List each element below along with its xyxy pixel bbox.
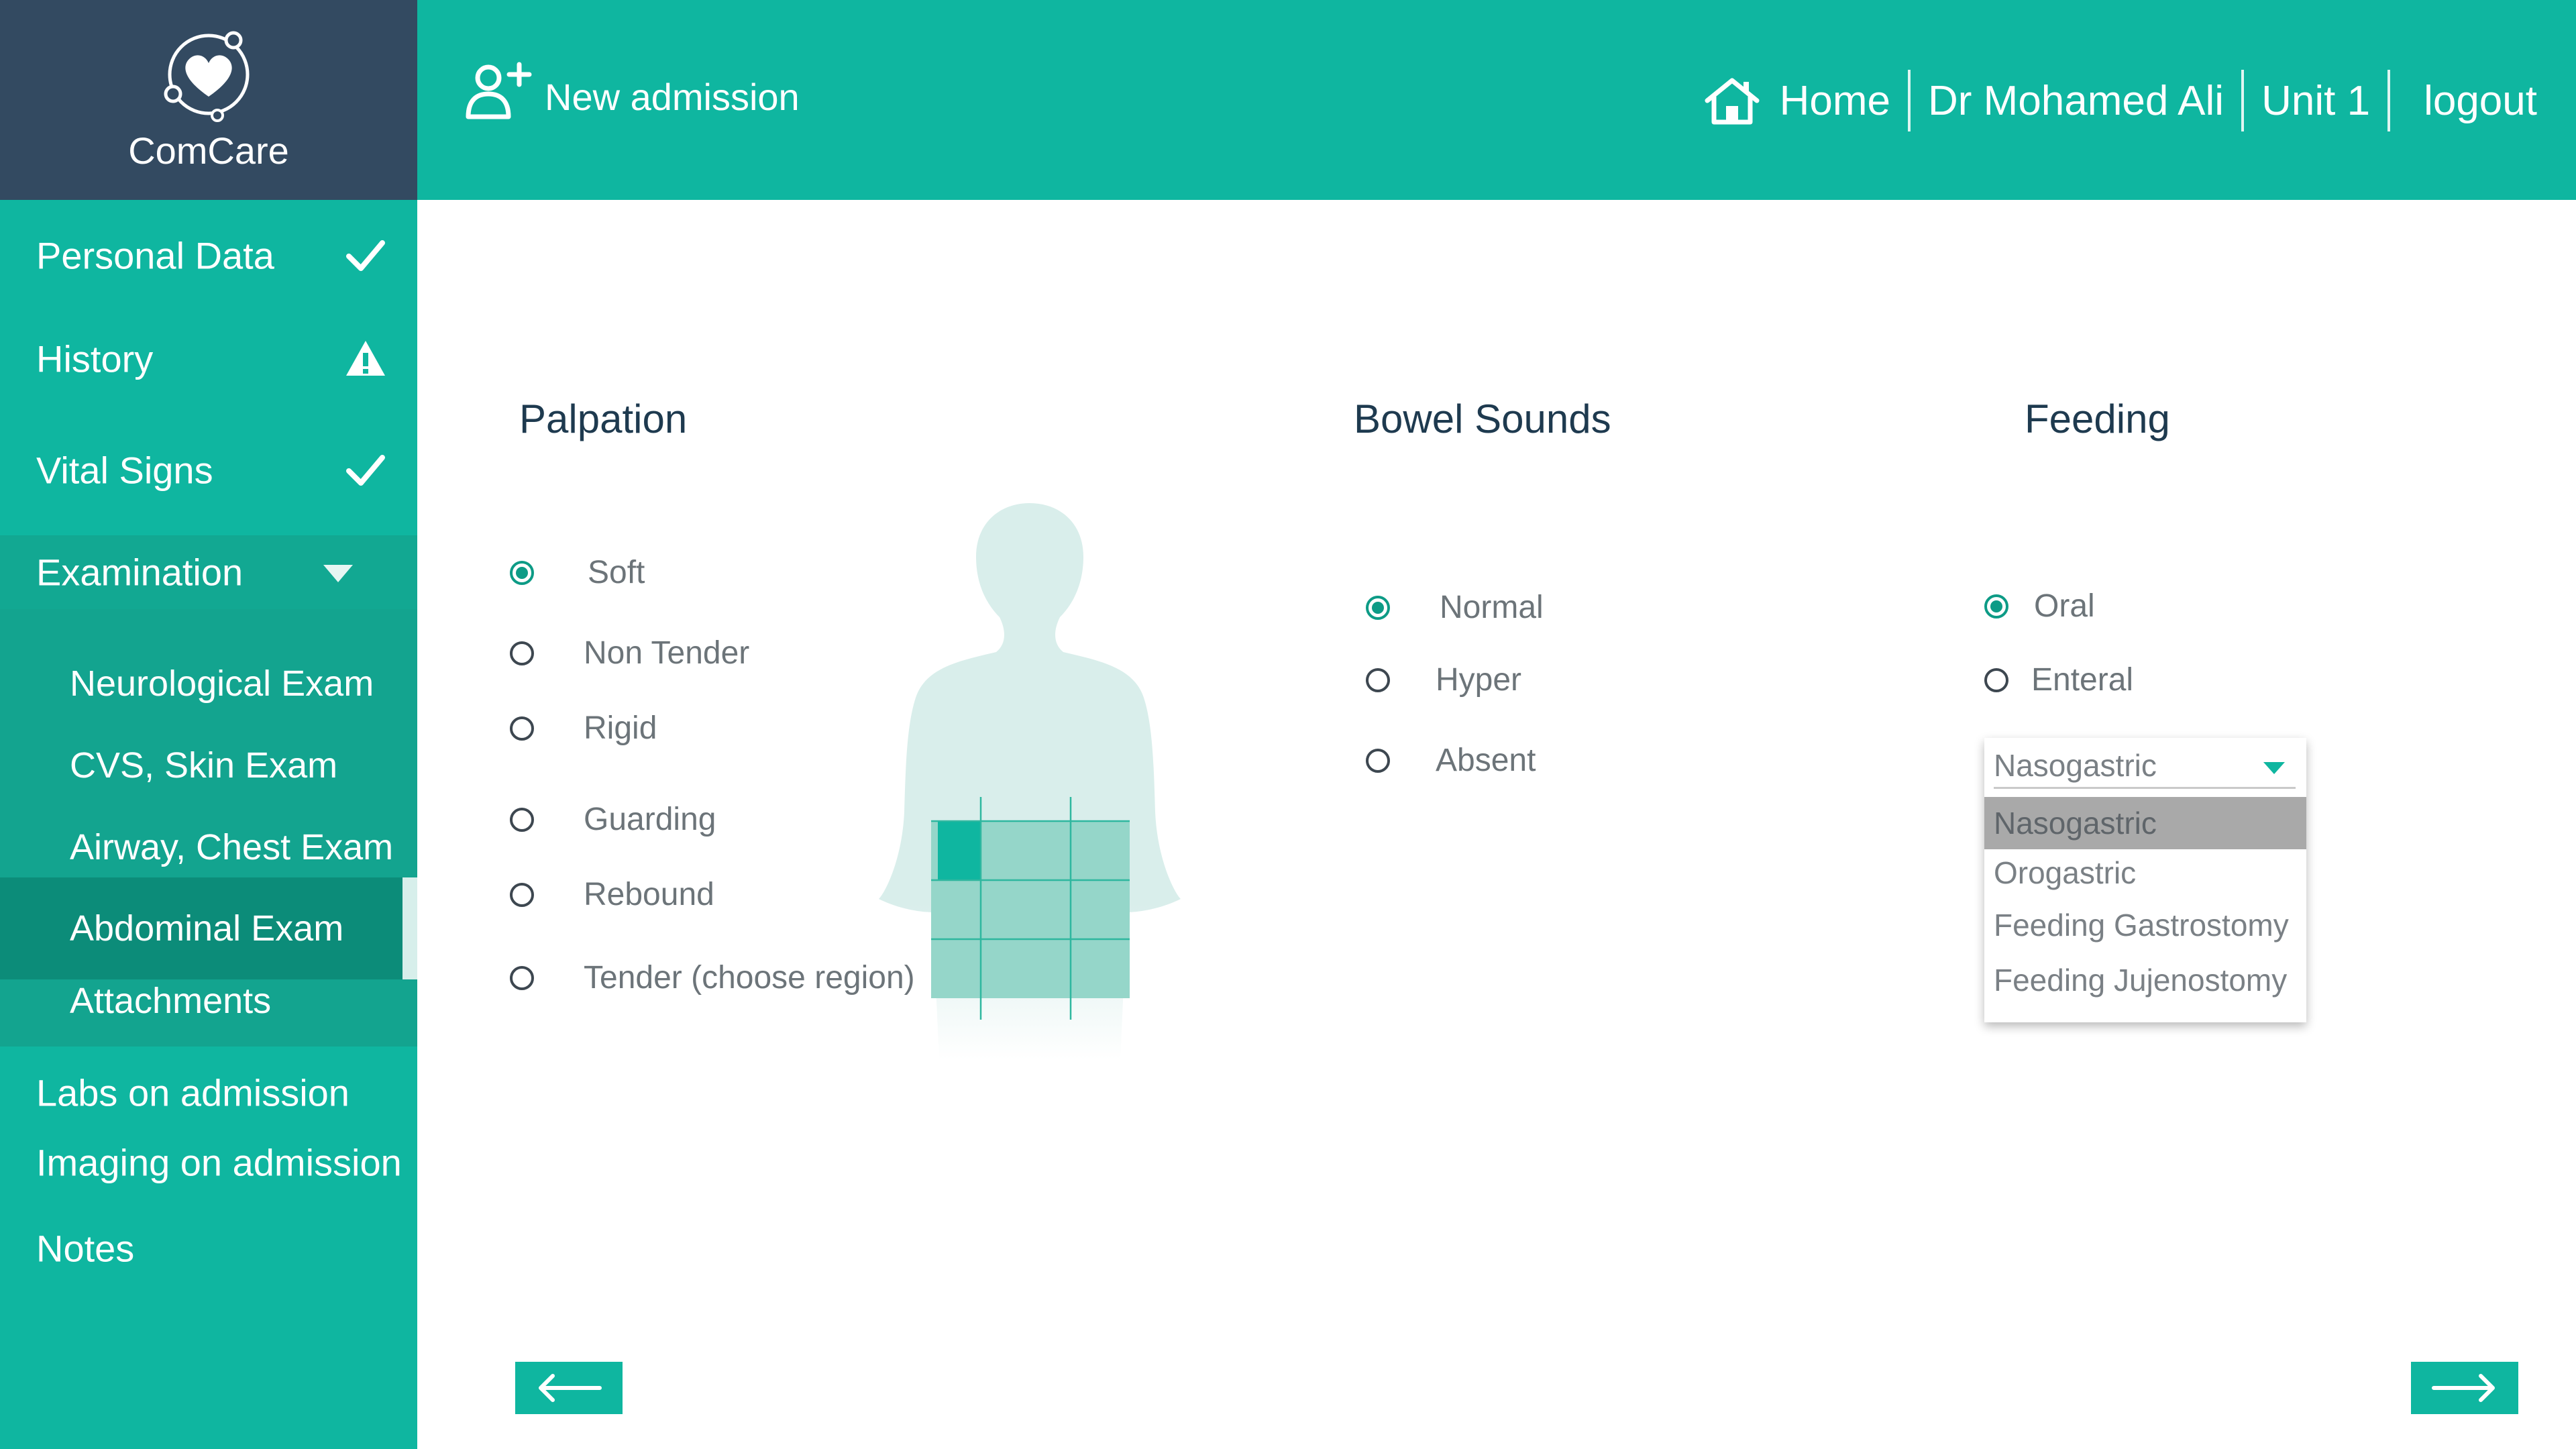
dropdown-option-orogastric[interactable]: Orogastric: [1984, 847, 2306, 899]
arrow-right-icon: [2432, 1374, 2495, 1402]
divider: [1908, 70, 1911, 131]
radio-button[interactable]: [510, 965, 534, 990]
chevron-down-icon: [323, 565, 353, 582]
sidebar-item-label: Attachments: [70, 981, 272, 1021]
header-nav: Home Dr Mohamed Ali Unit 1 logout: [1703, 67, 2537, 134]
arrow-left-icon: [539, 1374, 602, 1402]
home-link[interactable]: Home: [1780, 77, 1890, 125]
radio-label: Absent: [1436, 743, 1536, 778]
dropdown-selected[interactable]: Nasogastric: [1994, 742, 2296, 789]
sidebar-item-label: Examination: [36, 551, 244, 594]
abdomen-region-selector[interactable]: [865, 496, 1187, 1060]
sidebar-item-history[interactable]: History: [0, 309, 417, 409]
sidebar: ComCare Personal Data History Vital Sign…: [0, 0, 417, 1449]
radio-button[interactable]: [510, 807, 534, 832]
radio-button[interactable]: [1366, 595, 1390, 620]
palpation-title: Palpation: [519, 396, 688, 441]
radio-label: Rebound: [584, 877, 714, 912]
check-icon: [346, 240, 385, 271]
radio-label: Rigid: [584, 710, 657, 746]
logo-area: ComCare: [0, 0, 417, 200]
doctor-name[interactable]: Dr Mohamed Ali: [1928, 77, 2224, 125]
abdomen-grid: [931, 797, 1130, 1020]
region-right-upper[interactable]: [938, 821, 981, 880]
feeding-title: Feeding: [2025, 396, 2170, 441]
bowel-sounds-title: Bowel Sounds: [1354, 396, 1611, 441]
home-icon[interactable]: [1703, 75, 1761, 126]
sidebar-item-label: Abdominal Exam: [70, 908, 344, 949]
logout-link[interactable]: logout: [2424, 77, 2537, 125]
dropdown-value: Nasogastric: [1994, 748, 2157, 783]
palpation-option-non-tender[interactable]: Non Tender: [510, 635, 749, 672]
radio-button[interactable]: [1366, 748, 1390, 773]
palpation-option-guarding[interactable]: Guarding: [510, 801, 716, 838]
sidebar-item-labs-on-admission[interactable]: Labs on admission: [0, 1056, 417, 1130]
sidebar-subitem-airway-chest-exam[interactable]: Airway, Chest Exam: [0, 808, 417, 887]
sidebar-item-examination[interactable]: Examination: [0, 535, 417, 609]
sidebar-item-label: CVS, Skin Exam: [70, 745, 338, 786]
radio-label: Hyper: [1436, 662, 1522, 698]
bowel-option-normal[interactable]: Normal: [1366, 589, 1544, 626]
divider: [2241, 70, 2245, 131]
radio-button[interactable]: [510, 560, 534, 585]
radio-button[interactable]: [510, 882, 534, 907]
radio-label: Enteral: [2031, 662, 2134, 698]
palpation-option-rebound[interactable]: Rebound: [510, 876, 714, 913]
radio-label: Non Tender: [584, 635, 750, 671]
palpation-option-soft[interactable]: Soft: [510, 554, 645, 591]
unit-label[interactable]: Unit 1: [2261, 77, 2370, 125]
radio-label: Guarding: [584, 802, 716, 837]
radio-button[interactable]: [510, 716, 534, 741]
sidebar-item-label: Vital Signs: [36, 449, 213, 492]
next-button[interactable]: [2411, 1362, 2518, 1414]
add-user-icon[interactable]: [464, 60, 538, 121]
radio-button[interactable]: [1984, 594, 2008, 619]
sidebar-subitem-attachments[interactable]: Attachments: [0, 966, 417, 1036]
comcare-logo-icon: [164, 31, 250, 122]
enteral-type-dropdown[interactable]: Nasogastric Nasogastric Orogastric Feedi…: [1984, 738, 2306, 1022]
sidebar-item-notes[interactable]: Notes: [0, 1212, 417, 1285]
sidebar-item-label: Labs on admission: [36, 1071, 350, 1114]
sidebar-item-personal-data[interactable]: Personal Data: [0, 205, 417, 306]
sidebar-item-label: Airway, Chest Exam: [70, 827, 394, 867]
sidebar-item-label: Neurological Exam: [70, 663, 374, 704]
radio-label: Oral: [2034, 588, 2095, 624]
sidebar-subitem-cvs-skin-exam[interactable]: CVS, Skin Exam: [0, 726, 417, 805]
check-icon: [346, 455, 385, 486]
dropdown-option-nasogastric[interactable]: Nasogastric: [1984, 797, 2306, 849]
sidebar-item-label: Imaging on admission: [36, 1141, 402, 1184]
sidebar-subitem-abdominal-exam[interactable]: Abdominal Exam: [0, 877, 417, 979]
palpation-option-tender[interactable]: Tender (choose region): [510, 959, 915, 996]
dropdown-option-feeding-gastrostomy[interactable]: Feeding Gastrostomy: [1984, 899, 2306, 951]
new-admission-title[interactable]: New admission: [545, 75, 800, 119]
radio-button[interactable]: [1984, 667, 2008, 692]
examination-group: Examination Neurological Exam CVS, Skin …: [0, 535, 417, 1046]
chevron-down-icon[interactable]: [2263, 762, 2285, 774]
radio-button[interactable]: [1366, 667, 1390, 692]
sidebar-subitem-neurological-exam[interactable]: Neurological Exam: [0, 644, 417, 723]
sidebar-item-label: Personal Data: [36, 234, 274, 277]
dropdown-option-feeding-jujenostomy[interactable]: Feeding Jujenostomy: [1984, 954, 2306, 1006]
bowel-option-hyper[interactable]: Hyper: [1366, 661, 1521, 698]
feeding-option-oral[interactable]: Oral: [1984, 588, 2095, 625]
brand-name: ComCare: [128, 129, 289, 172]
sidebar-item-vital-signs[interactable]: Vital Signs: [0, 420, 417, 521]
sidebar-item-imaging-on-admission[interactable]: Imaging on admission: [0, 1126, 417, 1199]
radio-button[interactable]: [510, 641, 534, 665]
divider: [2387, 70, 2391, 131]
feeding-option-enteral[interactable]: Enteral: [1984, 661, 2133, 698]
sidebar-item-label: History: [36, 337, 154, 380]
sidebar-item-label: Notes: [36, 1227, 135, 1270]
warning-icon: [346, 341, 385, 376]
radio-label: Soft: [588, 555, 645, 590]
top-header: New admission Home Dr Mohamed Ali Unit 1…: [417, 0, 2576, 200]
bowel-option-absent[interactable]: Absent: [1366, 742, 1536, 779]
radio-label: Normal: [1440, 590, 1544, 625]
previous-button[interactable]: [515, 1362, 623, 1414]
palpation-option-rigid[interactable]: Rigid: [510, 710, 657, 747]
